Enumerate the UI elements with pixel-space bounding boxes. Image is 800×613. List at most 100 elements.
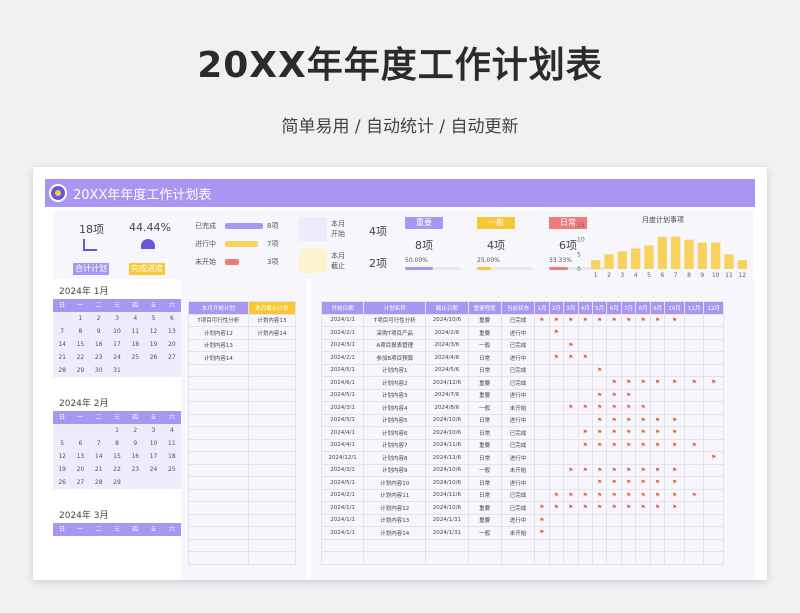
day-cell[interactable]: 3 — [108, 312, 126, 325]
table-cell[interactable]: 重要 — [467, 326, 502, 340]
table-cell[interactable]: 已完成 — [500, 488, 536, 502]
month-cell[interactable] — [577, 513, 594, 527]
table-cell[interactable] — [683, 538, 705, 552]
table-cell[interactable]: 2024/3/6 — [425, 338, 469, 352]
month-cell[interactable] — [649, 363, 666, 377]
month-cell[interactable] — [703, 351, 724, 365]
table-cell[interactable]: 已完成 — [500, 438, 536, 452]
month-cell[interactable] — [664, 526, 685, 540]
day-cell[interactable]: 11 — [126, 325, 144, 338]
table-cell[interactable]: 2024/5/1 — [320, 413, 365, 427]
month-cell[interactable] — [683, 313, 705, 327]
list-cell[interactable] — [247, 451, 297, 465]
day-cell[interactable]: 10 — [108, 325, 126, 338]
table-cell[interactable]: 重要 — [467, 438, 502, 452]
month-cell[interactable] — [606, 326, 622, 340]
list-cell[interactable] — [188, 388, 249, 402]
month-cell[interactable] — [664, 338, 685, 352]
table-cell[interactable]: 2024/4/6 — [425, 351, 469, 365]
month-cell[interactable] — [703, 326, 724, 340]
table-cell[interactable]: 采购T项目产品 — [363, 326, 427, 340]
month-cell[interactable] — [534, 363, 550, 377]
table-cell[interactable]: 计划内容1 — [363, 363, 427, 377]
month-cell[interactable]: ⚑ — [649, 413, 666, 427]
month-cell[interactable]: ⚑ — [563, 351, 579, 365]
list-cell[interactable]: 计划内容14 — [247, 326, 297, 340]
month-cell[interactable] — [548, 376, 565, 390]
table-cell[interactable]: 日常 — [467, 451, 502, 465]
month-cell[interactable] — [606, 363, 622, 377]
month-cell[interactable]: ⚑ — [664, 488, 685, 502]
month-cell[interactable] — [577, 526, 594, 540]
month-cell[interactable] — [635, 388, 651, 402]
table-cell[interactable] — [363, 551, 427, 565]
month-cell[interactable] — [703, 488, 724, 502]
day-cell[interactable]: 21 — [53, 351, 71, 364]
day-cell[interactable]: 28 — [53, 364, 71, 377]
month-cell[interactable] — [534, 438, 550, 452]
month-cell[interactable]: ⚑ — [635, 501, 651, 515]
month-cell[interactable]: ⚑ — [548, 326, 565, 340]
month-cell[interactable]: ⚑ — [591, 463, 608, 477]
month-cell[interactable] — [548, 526, 565, 540]
month-cell[interactable] — [548, 426, 565, 440]
table-cell[interactable]: 重要 — [467, 313, 502, 327]
table-cell[interactable]: 一般 — [467, 338, 502, 352]
month-cell[interactable]: ⚑ — [649, 438, 666, 452]
table-cell[interactable] — [635, 538, 651, 552]
month-cell[interactable] — [577, 376, 594, 390]
month-cell[interactable] — [563, 426, 579, 440]
list-cell[interactable] — [188, 526, 249, 540]
day-cell[interactable]: 15 — [108, 450, 126, 463]
table-cell[interactable]: 计划内容4 — [363, 401, 427, 415]
day-cell[interactable]: 18 — [126, 338, 144, 351]
day-cell[interactable]: 22 — [108, 463, 126, 476]
day-cell[interactable]: 6 — [71, 437, 89, 450]
month-cell[interactable] — [664, 326, 685, 340]
month-cell[interactable] — [683, 338, 705, 352]
list-cell[interactable] — [247, 513, 297, 527]
table-cell[interactable] — [425, 551, 469, 565]
month-cell[interactable] — [683, 501, 705, 515]
day-cell[interactable]: 25 — [126, 351, 144, 364]
table-cell[interactable]: 计划内容6 — [363, 426, 427, 440]
table-cell[interactable]: 2024/1/1 — [320, 526, 365, 540]
month-cell[interactable]: ⚑ — [563, 488, 579, 502]
list-cell[interactable] — [188, 513, 249, 527]
table-cell[interactable]: 已完成 — [500, 426, 536, 440]
table-cell[interactable]: 计划内容13 — [363, 513, 427, 527]
month-cell[interactable]: ⚑ — [635, 376, 651, 390]
month-cell[interactable] — [591, 451, 608, 465]
month-cell[interactable] — [548, 338, 565, 352]
table-cell[interactable]: 2024/2/6 — [425, 326, 469, 340]
list-cell[interactable] — [247, 526, 297, 540]
month-cell[interactable] — [534, 488, 550, 502]
day-cell[interactable]: 19 — [53, 463, 71, 476]
month-cell[interactable] — [620, 526, 637, 540]
month-cell[interactable]: ⚑ — [591, 438, 608, 452]
table-cell[interactable]: 已完成 — [500, 363, 536, 377]
month-cell[interactable] — [703, 338, 724, 352]
list-cell[interactable] — [247, 376, 297, 390]
month-cell[interactable]: ⚑ — [606, 388, 622, 402]
month-cell[interactable]: ⚑ — [683, 376, 705, 390]
table-cell[interactable]: 2024/2/1 — [320, 488, 365, 502]
day-cell[interactable]: 18 — [163, 450, 181, 463]
day-cell[interactable]: 30 — [90, 364, 108, 377]
table-cell[interactable]: 日常 — [467, 476, 502, 490]
day-cell[interactable]: 12 — [144, 325, 162, 338]
table-cell[interactable]: 未开始 — [500, 463, 536, 477]
table-cell[interactable]: 进行中 — [500, 513, 536, 527]
month-cell[interactable]: ⚑ — [606, 401, 622, 415]
month-cell[interactable]: ⚑ — [620, 426, 637, 440]
month-cell[interactable]: ⚑ — [620, 401, 637, 415]
month-cell[interactable] — [577, 451, 594, 465]
day-cell[interactable]: 25 — [163, 463, 181, 476]
table-cell[interactable] — [534, 551, 550, 565]
day-cell[interactable]: 1 — [108, 424, 126, 437]
month-cell[interactable] — [683, 326, 705, 340]
list-cell[interactable] — [188, 376, 249, 390]
table-cell[interactable] — [500, 551, 536, 565]
table-cell[interactable]: 计划内容11 — [363, 488, 427, 502]
month-cell[interactable]: ⚑ — [591, 388, 608, 402]
